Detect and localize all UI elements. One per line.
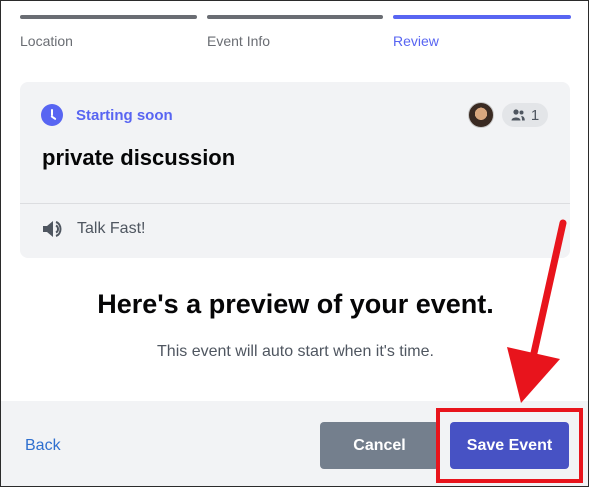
event-status: Starting soon [41,104,173,126]
step-label: Location [20,33,73,49]
card-divider [20,203,570,204]
step-progress-bar [207,15,383,19]
back-link[interactable]: Back [25,437,61,455]
create-event-modal: Location Event Info Review Starting soon… [0,0,589,487]
step-indicator: Location Event Info Review [20,15,571,55]
preview-subtitle: This event will auto start when it's tim… [157,343,434,360]
channel-name: Talk Fast! [77,220,146,237]
step-progress-bar [393,15,571,19]
step-review[interactable]: Review [393,15,571,49]
step-progress-bar [20,15,197,19]
avatar [468,102,494,128]
people-icon [511,109,525,121]
step-location[interactable]: Location [20,15,197,49]
event-preview-card: Starting soon 1 private discussion Talk … [20,82,570,258]
step-label: Event Info [207,33,271,49]
event-channel: Talk Fast! [42,219,145,239]
event-title: private discussion [42,145,236,170]
interested-count: 1 [530,106,540,124]
status-text: Starting soon [76,106,173,124]
clock-icon [41,104,63,126]
stage-speaker-icon [43,221,62,237]
preview-heading: Here's a preview of your event. [97,289,494,319]
cancel-button[interactable]: Cancel [320,422,439,469]
step-label: Review [393,33,439,49]
annotation-highlight-box [436,408,583,483]
step-event-info[interactable]: Event Info [207,15,383,49]
interested-count-badge[interactable]: 1 [502,103,548,127]
